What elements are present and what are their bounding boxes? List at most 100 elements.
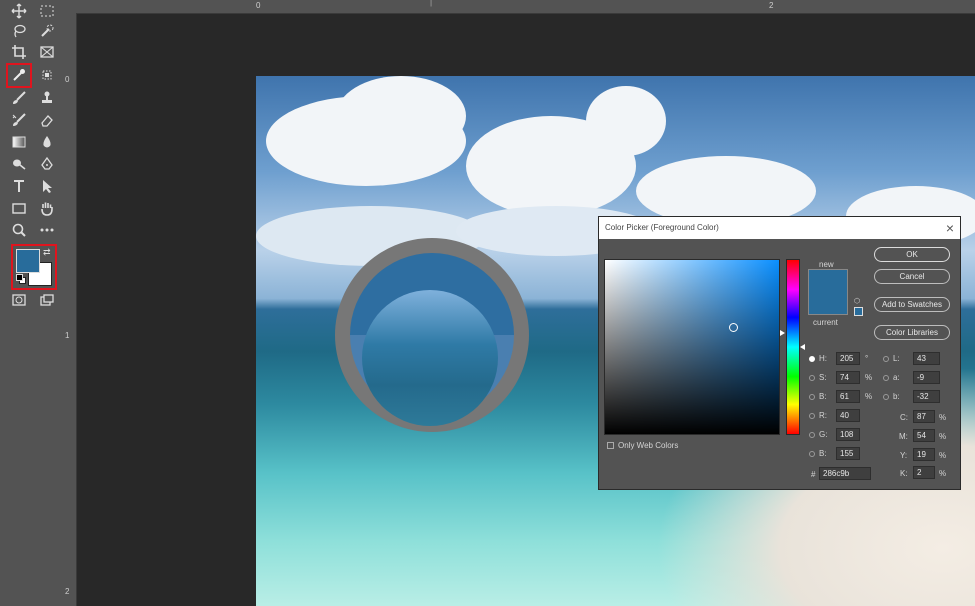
b-radio[interactable]: [809, 394, 815, 400]
hue-slider-right-arrow[interactable]: [800, 344, 805, 350]
rgb-b-radio[interactable]: [809, 451, 815, 457]
current-color-label: current: [813, 318, 838, 327]
ruler-horizontal: 0 | 2: [62, 0, 975, 14]
s-label: S:: [819, 373, 827, 382]
lab-b-label: b:: [893, 392, 900, 401]
k-unit: %: [939, 469, 947, 478]
default-colors-icon[interactable]: [16, 274, 26, 284]
h-label: H:: [819, 354, 827, 363]
hex-label: #: [811, 470, 816, 479]
eyedropper-tool-highlight: [6, 63, 32, 88]
eraser-icon[interactable]: [36, 110, 58, 130]
new-color-swatch: [809, 270, 847, 292]
hue-slider[interactable]: [786, 259, 800, 435]
m-field[interactable]: 54: [913, 429, 935, 442]
c-unit: %: [939, 413, 947, 422]
hex-field[interactable]: 286c9b: [819, 467, 871, 480]
close-icon[interactable]: ×: [946, 220, 954, 236]
only-web-colors-label: Only Web Colors: [618, 441, 679, 450]
l-label: L:: [893, 354, 900, 363]
dialog-titlebar[interactable]: Color Picker (Foreground Color) ×: [599, 217, 960, 239]
lasso-icon[interactable]: [8, 21, 30, 41]
hand-icon[interactable]: [36, 198, 58, 218]
screen-mode-icon[interactable]: [36, 290, 58, 310]
lab-b-field[interactable]: -32: [913, 390, 940, 403]
b-field[interactable]: 61: [836, 390, 860, 403]
h-unit: °: [865, 354, 869, 363]
g-radio[interactable]: [809, 432, 815, 438]
m-label: M:: [899, 432, 908, 441]
s-unit: %: [865, 373, 873, 382]
y-field[interactable]: 19: [913, 448, 935, 461]
dialog-title: Color Picker (Foreground Color): [605, 223, 719, 232]
g-label: G:: [819, 430, 828, 439]
blur-icon[interactable]: [36, 132, 58, 152]
b-unit: %: [865, 392, 873, 401]
h-radio[interactable]: [809, 356, 815, 362]
r-label: R:: [819, 411, 827, 420]
cancel-button[interactable]: Cancel: [874, 269, 950, 284]
m-unit: %: [939, 432, 947, 441]
c-label: C:: [900, 413, 908, 422]
color-libraries-button[interactable]: Color Libraries: [874, 325, 950, 340]
s-radio[interactable]: [809, 375, 815, 381]
path-select-icon[interactable]: [36, 176, 58, 196]
brush-icon[interactable]: [8, 88, 30, 108]
c-field[interactable]: 87: [913, 410, 935, 423]
type-icon[interactable]: [8, 176, 30, 196]
a-field[interactable]: -9: [913, 371, 940, 384]
marquee-icon[interactable]: [36, 1, 58, 21]
swap-colors-icon[interactable]: ⇄: [43, 247, 51, 258]
l-field[interactable]: 43: [913, 352, 940, 365]
tools-panel: ⇄: [0, 0, 63, 606]
l-radio[interactable]: [883, 356, 889, 362]
current-color-swatch[interactable]: [809, 292, 847, 314]
color-field-marker[interactable]: [729, 323, 738, 332]
ruler-label: 2: [65, 587, 70, 596]
a-label: a:: [893, 373, 900, 382]
new-color-label: new: [819, 260, 834, 269]
eyedropper-loupe: [335, 238, 529, 432]
quick-select-icon[interactable]: [36, 21, 58, 41]
rectangle-icon[interactable]: [8, 198, 30, 218]
quick-mask-icon[interactable]: [8, 290, 30, 310]
dodge-icon[interactable]: [8, 154, 30, 174]
rgb-b-field[interactable]: 155: [836, 447, 860, 460]
pen-icon[interactable]: [36, 154, 58, 174]
zoom-icon[interactable]: [8, 220, 30, 240]
only-web-colors-checkbox[interactable]: [607, 442, 614, 449]
s-field[interactable]: 74: [836, 371, 860, 384]
history-brush-icon[interactable]: [8, 110, 30, 130]
ruler-label: 0: [65, 75, 70, 84]
color-picker-dialog: Color Picker (Foreground Color) × new cu…: [598, 216, 961, 490]
h-field[interactable]: 205: [836, 352, 860, 365]
add-to-swatches-button[interactable]: Add to Swatches: [874, 297, 950, 312]
r-radio[interactable]: [809, 413, 815, 419]
foreground-color-swatch[interactable]: [16, 249, 40, 273]
stamp-icon[interactable]: [36, 88, 58, 108]
web-safe-swatch[interactable]: [854, 307, 863, 316]
lab-b-radio[interactable]: [883, 394, 889, 400]
saturation-brightness-field[interactable]: [604, 259, 780, 435]
crop-icon[interactable]: [8, 42, 30, 62]
g-field[interactable]: 108: [836, 428, 860, 441]
hue-slider-left-arrow[interactable]: [780, 330, 785, 336]
b-label: B:: [819, 392, 827, 401]
ruler-label: 0: [256, 1, 261, 10]
ruler-label: 1: [65, 331, 70, 340]
move-icon[interactable]: [8, 1, 30, 21]
spot-heal-icon[interactable]: [36, 65, 58, 85]
gradient-icon[interactable]: [8, 132, 30, 152]
gamut-warning-icon[interactable]: ⬡: [854, 297, 861, 305]
y-unit: %: [939, 451, 947, 460]
ruler-vertical: 0 1 2: [62, 13, 77, 606]
r-field[interactable]: 40: [836, 409, 860, 422]
a-radio[interactable]: [883, 375, 889, 381]
more-icon[interactable]: [36, 220, 58, 240]
y-label: Y:: [900, 451, 908, 460]
ok-button[interactable]: OK: [874, 247, 950, 262]
ruler-label: 2: [769, 1, 774, 10]
k-field[interactable]: 2: [913, 466, 935, 479]
rgb-b-label: B:: [819, 449, 827, 458]
frame-icon[interactable]: [36, 42, 58, 62]
